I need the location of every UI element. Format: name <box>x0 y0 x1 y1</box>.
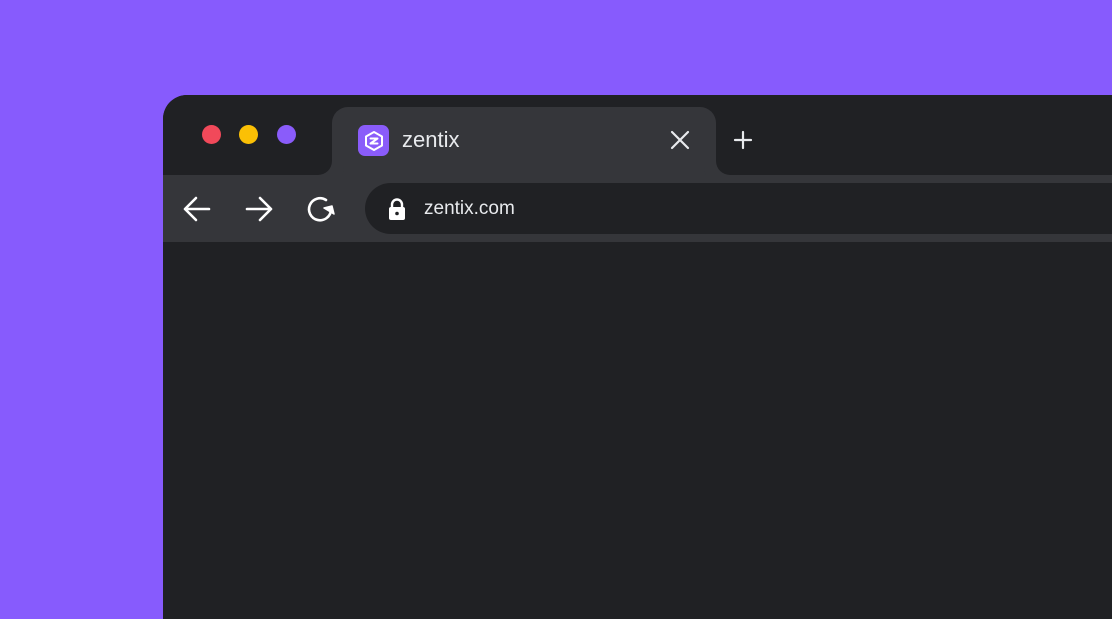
title-bar: zentix <box>163 95 1112 175</box>
navigation-toolbar: zentix.com <box>163 175 1112 242</box>
close-icon[interactable] <box>668 128 692 152</box>
arrow-left-icon[interactable] <box>180 192 214 226</box>
reload-icon[interactable] <box>304 192 338 226</box>
tab-title: zentix <box>402 127 460 152</box>
window-close-button[interactable] <box>202 125 221 144</box>
page-content <box>163 242 1112 619</box>
zentix-logo-icon <box>358 125 389 156</box>
browser-tab[interactable]: zentix <box>332 107 716 175</box>
plus-icon[interactable] <box>731 128 755 152</box>
window-minimize-button[interactable] <box>239 125 258 144</box>
browser-window: zentix zentix.com <box>163 95 1112 619</box>
lock-icon <box>387 197 409 221</box>
address-bar[interactable]: zentix.com <box>365 183 1112 234</box>
arrow-right-icon[interactable] <box>242 192 276 226</box>
address-url[interactable]: zentix.com <box>424 197 515 221</box>
window-maximize-button[interactable] <box>277 125 296 144</box>
